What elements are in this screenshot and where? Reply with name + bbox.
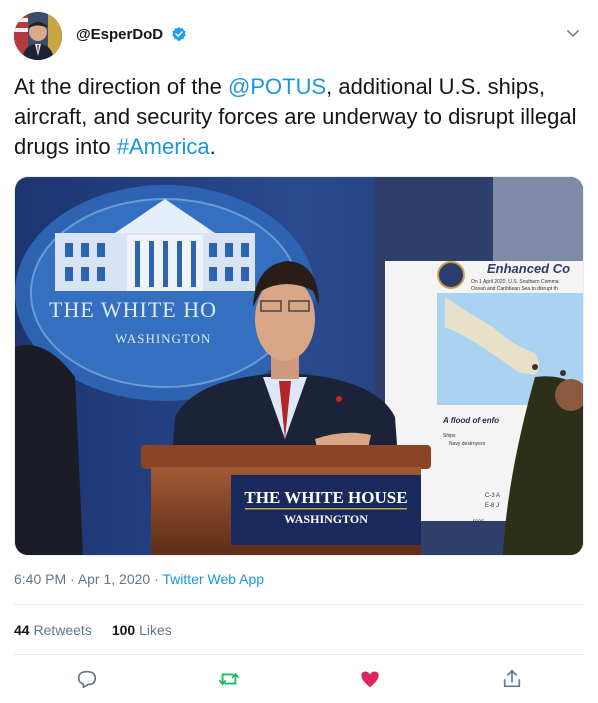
meta-separator: · <box>66 571 78 587</box>
podium-text-line2: WASHINGTON <box>284 512 368 526</box>
verified-badge-icon <box>172 27 187 41</box>
seal-text-line1: THE WHITE HO <box>49 297 217 322</box>
poster-caption-1: On 1 April 2020, U.S. Southern Comma <box>471 279 559 285</box>
tweet-source-link[interactable]: Twitter Web App <box>162 571 264 587</box>
like-icon[interactable] <box>359 668 381 690</box>
meta-separator: · <box>150 571 163 587</box>
retweets-stat[interactable]: 44 Retweets <box>14 622 92 638</box>
tweet-date[interactable]: Apr 1, 2020 <box>78 571 150 587</box>
tweet-stats: 44 Retweets 100 Likes <box>14 622 172 638</box>
tweet-meta: 6:40 PM · Apr 1, 2020 · Twitter Web App <box>14 571 264 587</box>
tweet-text: At the direction of the @POTUS, addition… <box>14 72 586 162</box>
mention-link[interactable]: @POTUS <box>228 74 326 99</box>
poster-title: Enhanced Co <box>487 261 570 276</box>
tweet-text-part: At the direction of the <box>14 74 229 99</box>
user-handle[interactable]: @EsperDoD <box>76 26 187 43</box>
poster-misc-2: E-8 J <box>485 503 499 509</box>
divider <box>14 654 584 655</box>
handle-text[interactable]: @EsperDoD <box>76 26 163 43</box>
poster-caption-2: Ocean and Caribbean Sea to disrupt th <box>471 286 558 292</box>
poster-ships: Ships <box>443 433 456 439</box>
tweet-actions <box>0 668 598 692</box>
divider <box>14 604 584 605</box>
likes-count: 100 <box>111 622 136 638</box>
tweet-header: @EsperDoD <box>14 12 584 62</box>
chevron-down-icon[interactable] <box>564 24 582 42</box>
poster-subhead: A flood of enfo <box>442 416 499 425</box>
reply-icon[interactable] <box>76 668 98 690</box>
retweets-count: 44 <box>14 622 30 638</box>
poster-misc-1: C-3 A <box>485 493 500 499</box>
hashtag-link[interactable]: #America <box>117 134 210 159</box>
podium: THE WHITE HOUSE WASHINGTON <box>141 445 431 555</box>
likes-label: Likes <box>135 622 172 638</box>
podium-text-line1: THE WHITE HOUSE <box>244 488 407 507</box>
tweet-media-photo[interactable]: THE WHITE HO WASHINGTON Enhanced Co On 1… <box>14 176 584 556</box>
poster-misc-3: rces <box>473 519 484 525</box>
share-icon[interactable] <box>501 668 523 690</box>
avatar[interactable] <box>14 12 62 60</box>
tweet-time[interactable]: 6:40 PM <box>14 571 66 587</box>
tweet-text-part: . <box>209 134 216 159</box>
poster-bullet: Navy destroyers <box>449 441 486 447</box>
retweets-label: Retweets <box>29 622 92 638</box>
retweet-icon[interactable] <box>218 668 240 690</box>
likes-stat[interactable]: 100 Likes <box>112 622 172 638</box>
seal-text-line2: WASHINGTON <box>115 331 211 346</box>
